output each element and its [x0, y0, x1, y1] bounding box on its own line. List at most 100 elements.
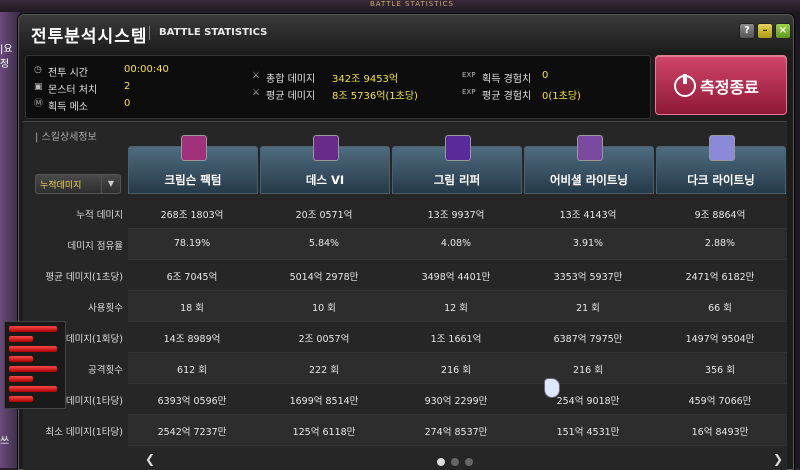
background-text: |요정 — [0, 44, 13, 70]
help-button[interactable]: ? — [739, 23, 755, 39]
skill-icon — [577, 135, 603, 161]
next-page-arrow[interactable]: ❯ — [773, 452, 783, 466]
stat-cell: 6387억 7975만 — [553, 334, 623, 345]
stat-cell: 10 회 — [312, 303, 336, 314]
stat-cell: 18 회 — [180, 303, 204, 314]
stat-row: 6393억 0596만 1699억 8514만 930억 2299만 254억 901… — [128, 384, 787, 415]
summary-panel: ◷ 전투 시간 00:00:40 ▣ 몬스터 처치 2 Ⓜ 획득 메소 0 ⚔ … — [25, 55, 651, 119]
stat-cell: 78.19% — [173, 238, 211, 249]
skill-name: 어비셜 라이트닝 — [549, 173, 629, 187]
stat-cell: 216 회 — [573, 365, 603, 376]
row-label: 평균 데미지(1초당) — [45, 272, 123, 283]
stat-cell: 1조 1661억 — [430, 334, 482, 345]
page-dot[interactable] — [465, 458, 473, 466]
skill-column-header: 그림 리퍼 — [392, 135, 522, 194]
skill-column-header: 다크 라이트닝 — [656, 135, 786, 194]
page-dot[interactable] — [437, 458, 445, 466]
row-label: 데미지 점유율 — [67, 241, 123, 252]
skill-detail-panel: | 스킬상세정보 누적데미지 ▼ 크림슨 팩텀 데스 VI 그림 리퍼 어비셜 라이트… — [23, 121, 787, 470]
row-label: 최소 데미지(1타당) — [45, 427, 123, 438]
stat-cell: 5014억 2978만 — [289, 272, 359, 283]
stat-row: 612 회 222 회 216 회 216 회 356 회 — [128, 353, 787, 384]
section-label: | 스킬상세정보 — [35, 132, 97, 143]
hp-bar — [9, 396, 33, 402]
skill-name: 데스 VI — [305, 173, 345, 187]
stat-cell: 3353억 5937만 — [553, 272, 623, 283]
battle-statistics-window: 전투분석시스템 BATTLE STATISTICS ? – × ◷ 전투 시간 … — [18, 14, 794, 470]
skill-name: 크림슨 팩텀 — [164, 173, 222, 187]
window-title: 전투분석시스템 — [31, 27, 148, 47]
title-divider — [149, 26, 150, 40]
background-title-text: BATTLE STATISTICS — [370, 0, 454, 8]
metric-dropdown-value: 누적데미지 — [40, 181, 82, 191]
stat-row: 18 회 10 회 12 회 21 회 66 회 — [128, 291, 787, 322]
clock-icon: ◷ — [34, 65, 42, 75]
skill-icon — [709, 135, 735, 161]
stat-cell: 2조 0057억 — [298, 334, 350, 345]
stop-measurement-button[interactable]: 측정종료 — [655, 55, 787, 115]
stat-cell: 3.91% — [572, 238, 604, 249]
skill-column-header: 데스 VI — [260, 135, 390, 194]
meso-icon: Ⓜ — [34, 99, 44, 109]
hp-bar — [9, 346, 57, 352]
hp-bar — [9, 326, 57, 332]
stat-cell: 5.84% — [308, 238, 340, 249]
row-label: 누적 데미지 — [76, 210, 123, 221]
stat-cell: 21 회 — [576, 303, 600, 314]
stat-cell: 125억 6118만 — [292, 427, 356, 438]
stat-cell: 20조 0571억 — [295, 210, 353, 221]
monster-icon: ▣ — [34, 82, 43, 92]
sword-icon: ⚔ — [252, 88, 261, 98]
row-label: 사용횟수 — [88, 303, 123, 314]
stat-row: 268조 1803억 20조 0571억 13조 9937억 13조 4143억 9조 … — [128, 198, 787, 229]
close-button[interactable]: × — [775, 23, 791, 39]
stat-cell: 6393억 0596만 — [157, 396, 227, 407]
stat-cell: 13조 9937억 — [427, 210, 485, 221]
sword-icon: ⚔ — [252, 71, 261, 81]
hp-bar — [9, 386, 57, 392]
stat-cell: 930억 2299만 — [424, 396, 488, 407]
stat-cell: 14조 8989억 — [163, 334, 221, 345]
prev-page-arrow[interactable]: ❮ — [145, 452, 155, 466]
stat-row: 78.19% 5.84% 4.08% 3.91% 2.88% — [128, 229, 787, 260]
skill-name: 그림 리퍼 — [433, 173, 481, 187]
skill-column-header: 어비셜 라이트닝 — [524, 135, 654, 194]
stat-cell: 216 회 — [441, 365, 471, 376]
skill-icon — [313, 135, 339, 161]
window-subtitle: BATTLE STATISTICS — [159, 27, 268, 38]
metric-dropdown[interactable]: 누적데미지 ▼ — [35, 174, 121, 194]
skill-name: 다크 라이트닝 — [687, 173, 755, 187]
window-titlebar[interactable]: 전투분석시스템 BATTLE STATISTICS ? – × — [19, 15, 793, 51]
exp-icon: EXP — [462, 71, 476, 79]
stat-cell: 268조 1803억 — [160, 210, 224, 221]
exp-icon: EXP — [462, 88, 476, 96]
stat-cell: 3498억 4401만 — [421, 272, 491, 283]
background-text: 쓰 — [0, 436, 10, 447]
stat-cell: 12 회 — [444, 303, 468, 314]
stop-measurement-label: 측정종료 — [700, 78, 759, 97]
minimize-button[interactable]: – — [757, 23, 773, 39]
page-dot[interactable] — [451, 458, 459, 466]
stat-cell: 459억 7066만 — [688, 396, 752, 407]
hand-cursor-icon — [544, 378, 560, 398]
skill-icon — [445, 135, 471, 161]
stat-cell: 4.08% — [440, 238, 472, 249]
stat-cell: 13조 4143억 — [559, 210, 617, 221]
skill-column-header: 크림슨 팩텀 — [128, 135, 258, 194]
hp-bar — [9, 366, 57, 372]
stat-row: 14조 8989억 2조 0057억 1조 1661억 6387억 7975만 1497… — [128, 322, 787, 353]
stat-cell: 222 회 — [309, 365, 339, 376]
stat-cell: 151억 4531만 — [556, 427, 620, 438]
hp-bar — [9, 356, 33, 362]
chevron-down-icon[interactable]: ▼ — [101, 175, 120, 193]
hp-bar — [9, 376, 33, 382]
skill-icon — [181, 135, 207, 161]
stat-cell: 9조 8864억 — [694, 210, 746, 221]
stat-cell: 1497억 9504만 — [685, 334, 755, 345]
stat-cell: 6조 7045억 — [166, 272, 218, 283]
stat-cell: 16억 8493만 — [691, 427, 749, 438]
stat-cell: 356 회 — [705, 365, 735, 376]
power-icon — [674, 74, 696, 97]
stat-cell: 2.88% — [704, 238, 736, 249]
hp-bars-overlay — [4, 321, 66, 409]
